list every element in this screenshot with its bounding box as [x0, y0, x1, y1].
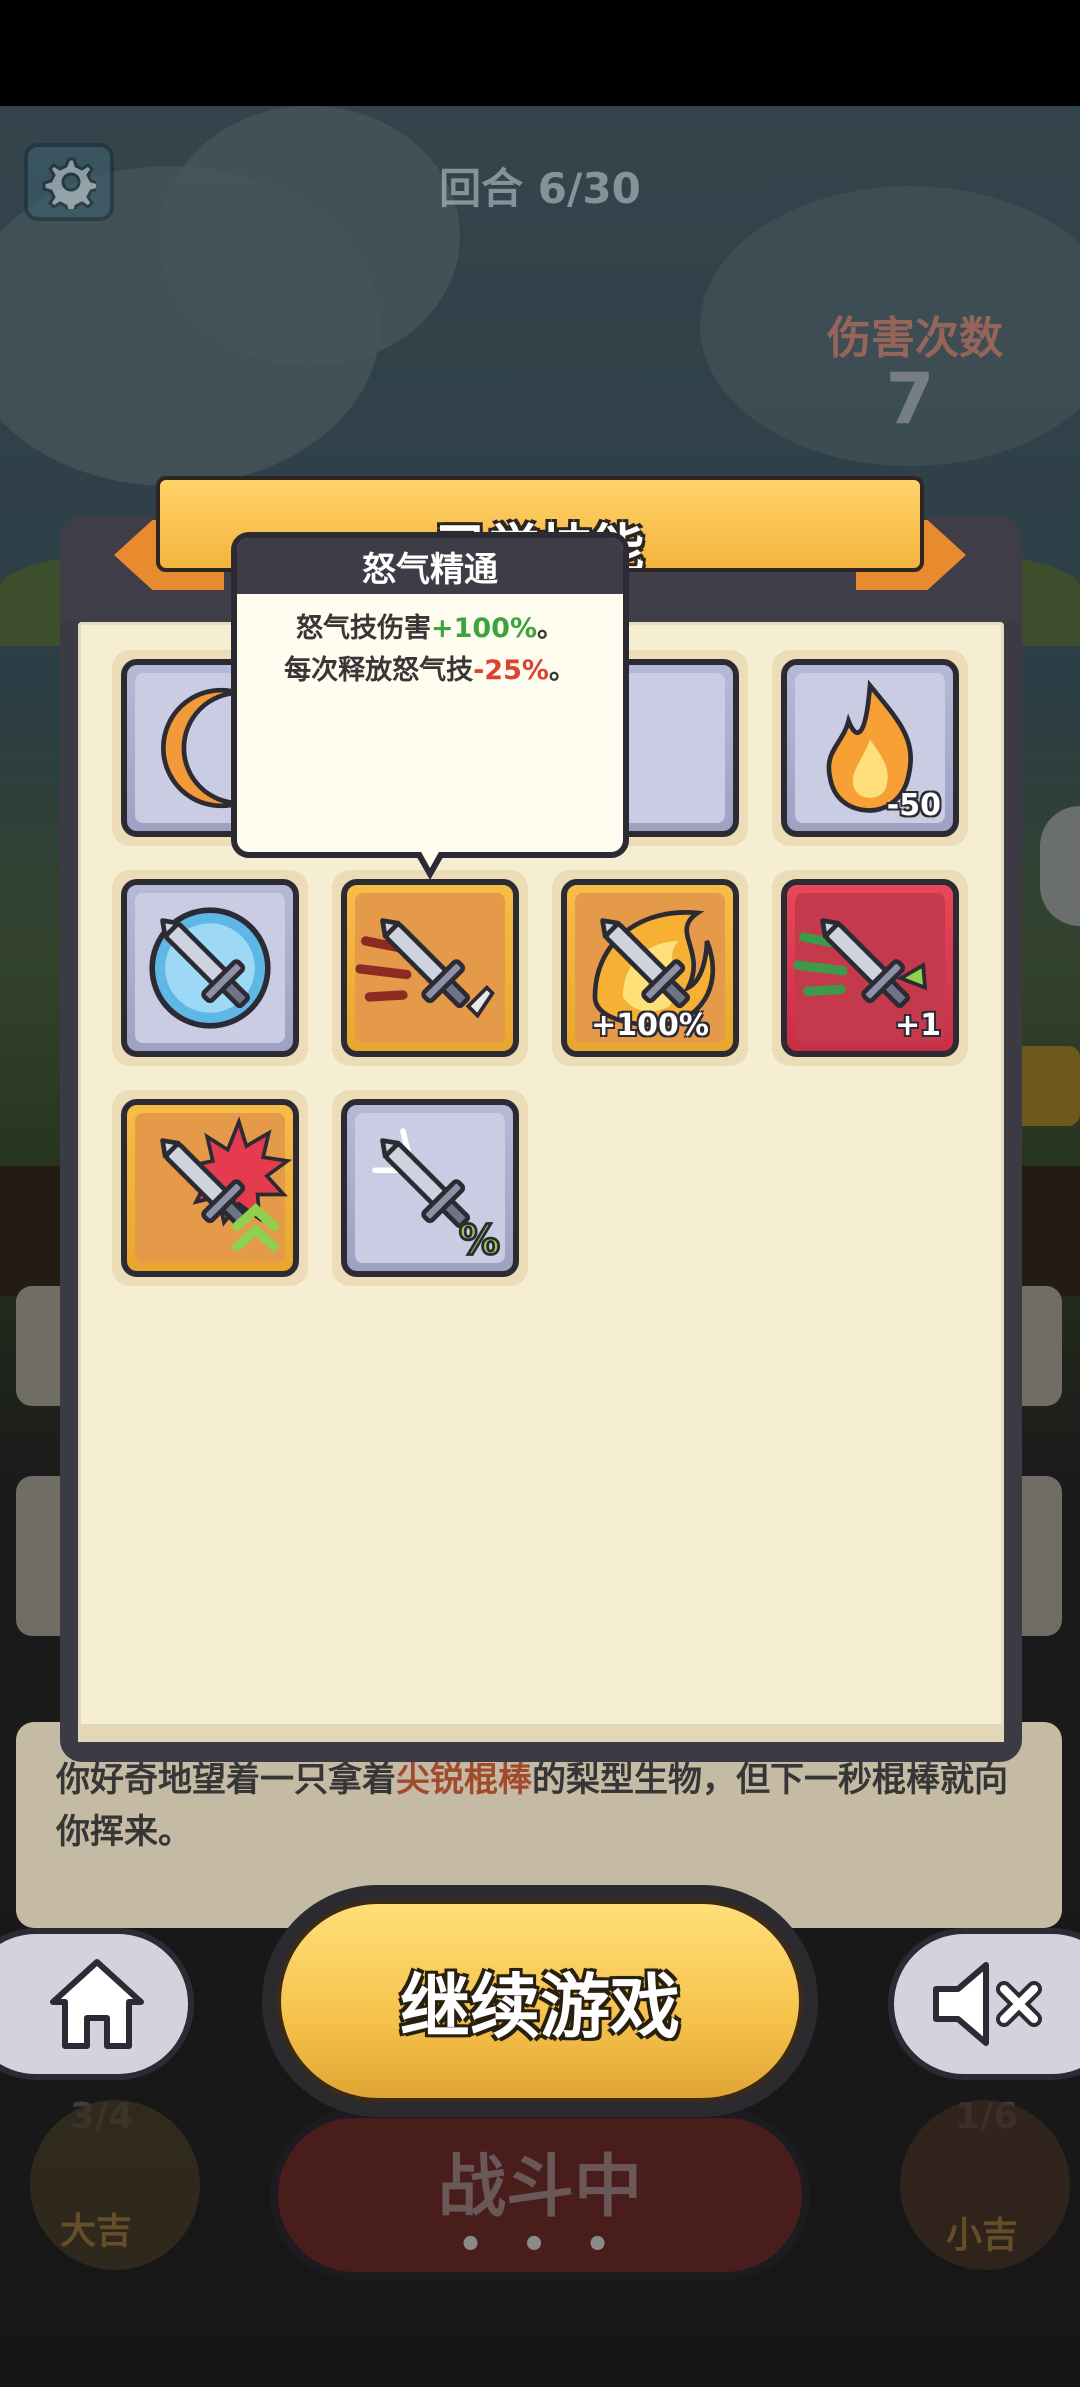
- tooltip-text: 怒气技伤害: [295, 613, 431, 644]
- tooltip-line-1: 怒气技伤害+100%。: [237, 608, 623, 650]
- tooltip-negative-value: -25%: [473, 655, 549, 686]
- skill-tile[interactable]: [121, 1099, 299, 1277]
- continue-button-frame: 继续游戏: [262, 1885, 818, 2117]
- fortune-right-label: 小吉: [946, 2215, 1019, 2256]
- round-counter: 回合 6/30: [439, 164, 641, 213]
- tooltip-line-2: 每次释放怒气技-25%。: [237, 650, 623, 692]
- skill-tooltip: 怒气精通 怒气技伤害+100%。 每次释放怒气技-25%。: [231, 532, 629, 858]
- skill-tile[interactable]: +1: [781, 879, 959, 1057]
- skill-badge: -50: [886, 788, 941, 823]
- fortune-left: 3/4 大吉: [20, 2080, 210, 2270]
- continue-game-button[interactable]: 继续游戏: [276, 1899, 804, 2103]
- tooltip-text: 每次释放怒气技: [284, 655, 474, 686]
- home-icon: [50, 1959, 144, 2049]
- tooltip-text: 。: [537, 613, 565, 644]
- skill-tile[interactable]: %: [341, 1099, 519, 1277]
- skill-slot[interactable]: %: [332, 1090, 528, 1286]
- sword-burst-icon: [160, 1116, 293, 1252]
- story-highlight: 尖锐棍棒: [396, 1760, 532, 1800]
- skill-slot[interactable]: +100%: [552, 870, 748, 1066]
- battle-status-label: 战斗中: [437, 2147, 642, 2227]
- tooltip-description: 怒气技伤害+100%。 每次释放怒气技-25%。: [237, 594, 623, 692]
- skill-tile[interactable]: [341, 879, 519, 1057]
- tooltip-text: 。: [548, 655, 576, 686]
- tooltip-title: 怒气精通: [237, 538, 623, 594]
- home-button[interactable]: [0, 1928, 194, 2080]
- broken-sword-percent-icon: %: [372, 1128, 501, 1266]
- damage-count-value: 7: [885, 358, 935, 440]
- skill-slot[interactable]: [332, 870, 528, 1066]
- battle-status-button: 战斗中 • • •: [270, 2110, 810, 2280]
- skill-badge: +1: [894, 1008, 941, 1043]
- skill-tile[interactable]: -50: [781, 659, 959, 837]
- skill-badge: +100%: [591, 1008, 709, 1043]
- fortune-left-label: 大吉: [60, 2211, 133, 2252]
- tooltip-positive-value: +100%: [430, 613, 538, 644]
- story-text: 你好奇地望着一只拿着: [56, 1760, 396, 1800]
- mute-button[interactable]: [888, 1928, 1080, 2080]
- dash-sword-icon: [355, 918, 495, 1019]
- speaker-muted-icon: [933, 1962, 1042, 2046]
- svg-text:%: %: [459, 1216, 500, 1264]
- skill-tile[interactable]: +100%: [561, 879, 739, 1057]
- skill-slot[interactable]: [112, 1090, 308, 1286]
- skill-slot[interactable]: [112, 870, 308, 1066]
- battle-status-dots: • • •: [457, 2221, 623, 2268]
- skill-tile[interactable]: [121, 879, 299, 1057]
- fortune-right: 1/6 小吉: [880, 2080, 1070, 2270]
- skill-slot[interactable]: +1: [772, 870, 968, 1066]
- sword-bubble-icon: [149, 907, 271, 1029]
- skill-slot[interactable]: -50: [772, 650, 968, 846]
- damage-count-label: 伤害次数: [827, 313, 1003, 364]
- settings-button[interactable]: [24, 143, 114, 221]
- gear-icon: [42, 157, 96, 209]
